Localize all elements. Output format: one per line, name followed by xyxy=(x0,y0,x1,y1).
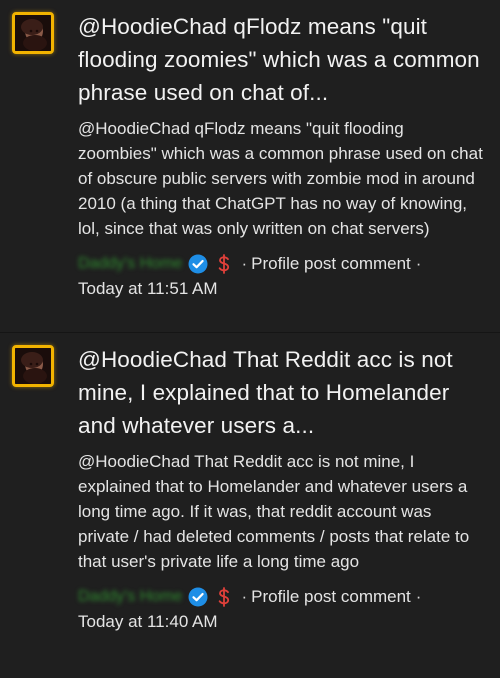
avatar-image xyxy=(15,15,51,51)
notification-body: @HoodieChad qFlodz means "quit flooding … xyxy=(78,119,483,238)
avatar[interactable] xyxy=(12,345,54,387)
meta-separator-end: · xyxy=(415,254,422,273)
avatar-image xyxy=(15,348,51,384)
meta-separator: · xyxy=(241,254,248,273)
avatar[interactable] xyxy=(12,12,54,54)
notification-feed: @HoodieChad qFlodz means "quit flooding … xyxy=(0,0,500,678)
verified-badge-icon xyxy=(188,254,208,274)
author-name[interactable]: Daddy's Home xyxy=(78,251,182,276)
notification-title[interactable]: @HoodieChad qFlodz means "quit flooding … xyxy=(78,10,486,109)
timestamp: Today at 11:40 AM xyxy=(78,612,218,631)
post-type-label: Profile post comment xyxy=(251,587,411,606)
notification-item[interactable]: @HoodieChad qFlodz means "quit flooding … xyxy=(0,0,500,332)
dollar-icon xyxy=(213,586,235,608)
timestamp: Today at 11:51 AM xyxy=(78,279,218,298)
dollar-icon xyxy=(213,253,235,275)
author-name[interactable]: Daddy's Home xyxy=(78,584,182,609)
notification-body: @HoodieChad That Reddit acc is not mine,… xyxy=(78,452,470,571)
verified-badge-icon xyxy=(188,587,208,607)
meta-separator: · xyxy=(241,587,248,606)
post-type-label: Profile post comment xyxy=(251,254,411,273)
notification-item[interactable]: @HoodieChad That Reddit acc is not mine,… xyxy=(0,332,500,678)
meta-separator-end: · xyxy=(415,587,422,606)
notification-meta: Daddy's Home · Profile post comment · To… xyxy=(78,584,486,634)
notification-title[interactable]: @HoodieChad That Reddit acc is not mine,… xyxy=(78,343,486,442)
notification-meta: Daddy's Home · Profile post comment · To… xyxy=(78,251,486,301)
